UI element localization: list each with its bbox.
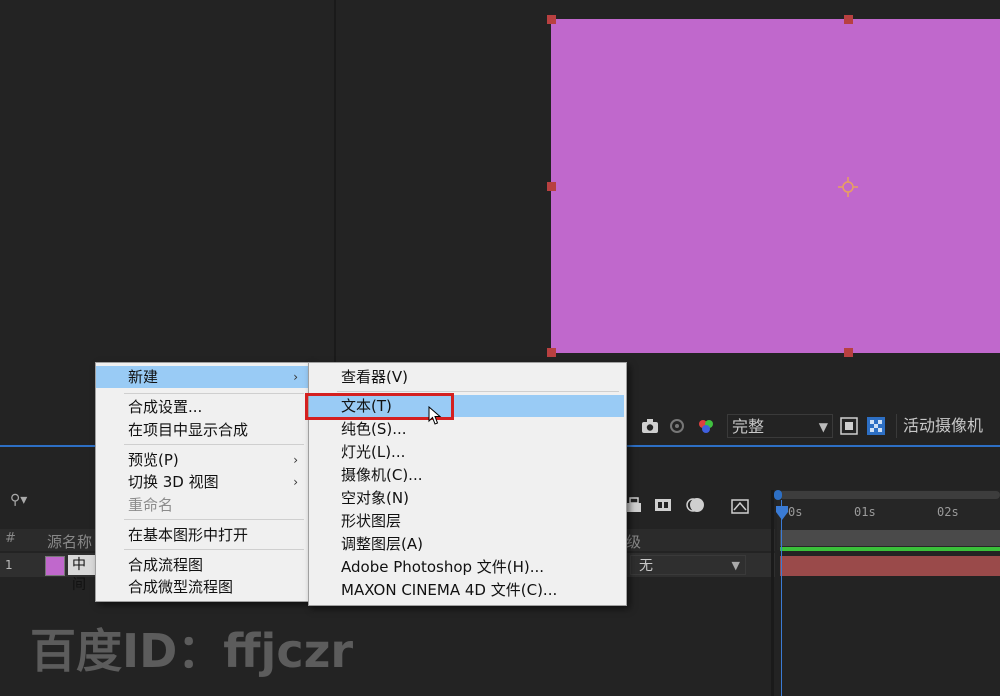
menu-item-switch-3d-view[interactable]: 切换 3D 视图 › [96,471,308,493]
context-menu: 新建 › 合成设置... 在项目中显示合成 预览(P) › 切换 3D 视图 ›… [95,362,311,602]
timeline-divider[interactable] [771,490,774,696]
menu-item-adjustment-layer[interactable]: 调整图层(A) [309,533,624,555]
region-of-interest-icon[interactable] [840,417,858,435]
ruler-tick-label: 02s [937,505,959,519]
resolution-value: 完整 [732,417,765,436]
submenu-arrow-icon: › [293,370,298,384]
menu-separator [124,519,304,520]
layer-label-color[interactable] [45,556,65,576]
playhead-line[interactable] [781,500,782,696]
menu-item-label: MAXON CINEMA 4D 文件(C)... [341,581,558,599]
menu-item-label: 空对象(N) [341,489,409,507]
menu-separator [337,391,619,392]
menu-separator [124,393,304,394]
transform-handle[interactable] [547,182,556,191]
playhead-icon[interactable] [776,506,788,520]
menu-item-composition-mini-flowchart[interactable]: 合成微型流程图 [96,576,308,598]
menu-item-new[interactable]: 新建 › [96,366,308,388]
column-number-header: # [5,531,16,546]
parent-dropdown[interactable]: 无 ▼ [630,555,746,575]
transform-handle[interactable] [844,15,853,24]
menu-item-preview[interactable]: 预览(P) › [96,449,308,471]
transform-handle[interactable] [547,15,556,24]
menu-item-label: 重命名 [128,496,174,514]
transform-handle[interactable] [844,348,853,357]
menu-item-composition-settings[interactable]: 合成设置... [96,396,308,418]
watermark: 百度ID：ffjczr [30,624,354,678]
menu-item-label: 合成设置... [128,398,203,416]
menu-item-shape-layer[interactable]: 形状图层 [309,510,624,532]
layer-name[interactable]: 中间 [68,555,98,593]
layer-duration-bar[interactable] [780,556,1000,576]
layer-number: 1 [5,558,13,572]
menu-item-open-in-essential-graphics[interactable]: 在基本图形中打开 [96,524,308,546]
submenu-arrow-icon: › [293,453,298,467]
frame-blending-icon[interactable] [653,495,673,515]
search-icon[interactable]: ⚲▾ [10,492,27,508]
chevron-down-icon: ▼ [818,420,828,434]
menu-item-label: 合成流程图 [128,556,204,574]
graph-editor-icon[interactable] [730,495,750,515]
resolution-dropdown[interactable]: 完整 ▼ [727,414,833,438]
menu-item-cinema4d-file[interactable]: MAXON CINEMA 4D 文件(C)... [309,579,624,601]
menu-item-label: 新建 [128,368,159,386]
draft-3d-icon[interactable] [624,495,644,515]
menu-item-label: Adobe Photoshop 文件(H)... [341,558,545,576]
menu-item-label: 合成微型流程图 [128,578,234,596]
menu-item-solid[interactable]: 纯色(S)... [309,418,624,440]
menu-item-label: 形状图层 [341,512,402,530]
menu-separator [124,444,304,445]
menu-item-label: 灯光(L)... [341,443,406,461]
column-source-name-header[interactable]: 源名称 [47,531,92,552]
menu-item-rename: 重命名 [96,494,308,516]
camera-dropdown[interactable]: 活动摄像机 [896,414,1000,438]
menu-item-label: 纯色(S)... [341,420,407,438]
anchor-point-icon[interactable] [838,177,858,197]
color-channels-icon[interactable] [697,417,715,435]
menu-item-photoshop-file[interactable]: Adobe Photoshop 文件(H)... [309,556,624,578]
menu-item-label: 切换 3D 视图 [128,473,219,491]
render-status-bar [780,547,1000,551]
parent-value: 无 [639,558,653,574]
column-parent-header[interactable]: 级 [626,531,641,552]
mouse-cursor-icon [428,406,442,425]
snapshot-camera-icon[interactable] [641,417,659,435]
solid-layer-preview[interactable] [551,19,1000,353]
motion-blur-icon[interactable] [686,495,706,515]
menu-item-reveal-in-project[interactable]: 在项目中显示合成 [96,419,308,441]
submenu-arrow-icon: › [293,475,298,489]
menu-item-null-object[interactable]: 空对象(N) [309,487,624,509]
menu-item-label: 预览(P) [128,451,179,469]
menu-separator [124,549,304,550]
menu-item-label: 在项目中显示合成 [128,421,249,439]
menu-item-light[interactable]: 灯光(L)... [309,441,624,463]
ruler-tick-label: 0s [788,505,803,519]
menu-item-label: 调整图层(A) [341,535,423,553]
time-navigator-bar[interactable] [779,491,1000,499]
transform-handle[interactable] [547,348,556,357]
menu-item-label: 摄像机(C)... [341,466,423,484]
menu-item-camera[interactable]: 摄像机(C)... [309,464,624,486]
show-snapshot-icon[interactable] [668,417,686,435]
transparency-grid-icon[interactable] [867,417,885,435]
chevron-down-icon: ▼ [731,559,740,572]
menu-item-viewer[interactable]: 查看器(V) [309,366,624,388]
work-area-bar[interactable] [780,530,1000,546]
ruler-tick-label: 01s [854,505,876,519]
time-navigator-handle[interactable] [774,490,782,500]
menu-item-label: 在基本图形中打开 [128,526,249,544]
menu-item-label: 查看器(V) [341,368,408,386]
menu-item-composition-flowchart[interactable]: 合成流程图 [96,554,308,576]
